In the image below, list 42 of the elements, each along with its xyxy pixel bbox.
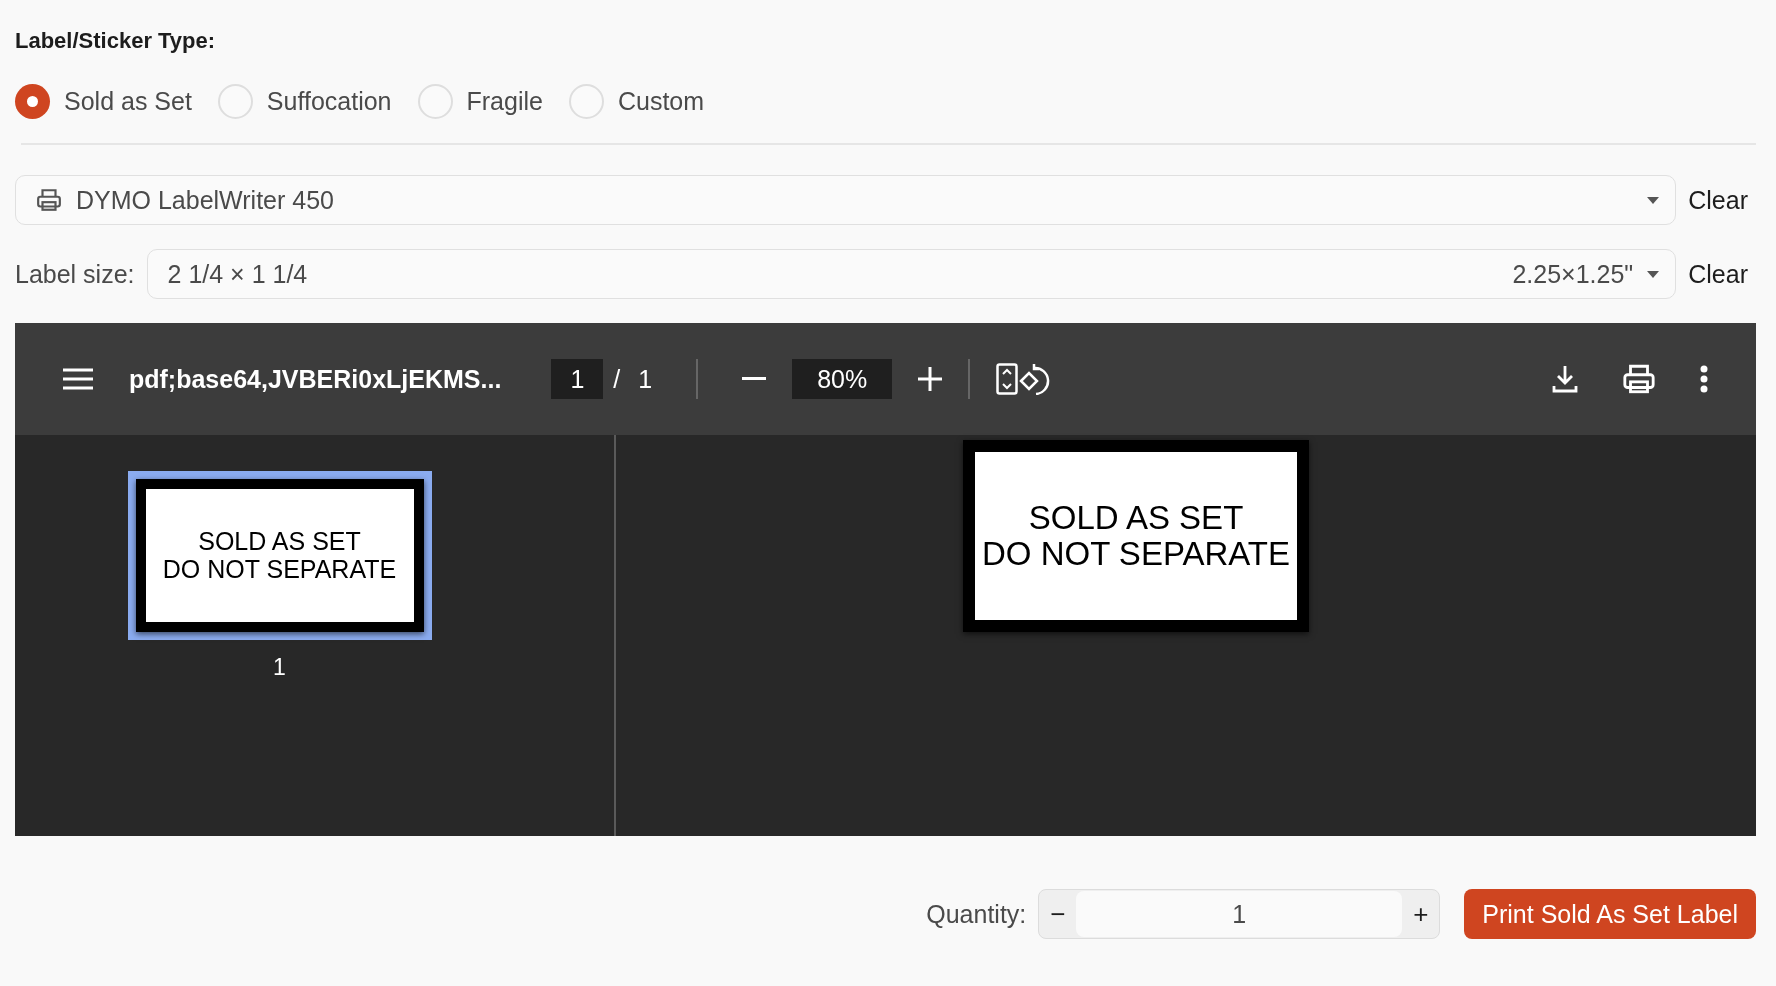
radio-option[interactable]: Fragile bbox=[417, 84, 543, 119]
size-hint: 2.25×1.25" bbox=[1512, 259, 1634, 289]
download-icon[interactable] bbox=[1552, 365, 1578, 393]
label-text: DO NOT SEPARATE bbox=[981, 536, 1291, 573]
print-label-button[interactable]: Print Sold As Set Label bbox=[1464, 889, 1756, 939]
field-label: Label size: bbox=[15, 259, 135, 289]
printer-select[interactable]: DYMO LabelWriter 450 bbox=[15, 175, 1677, 225]
page-thumbnail[interactable]: SOLD AS SET DO NOT SEPARATE bbox=[127, 471, 432, 640]
document-title: pdf;base64,JVBERi0xLjEKMS... bbox=[129, 364, 502, 394]
radio-option[interactable]: Sold as Set bbox=[15, 84, 192, 119]
printer-icon bbox=[1622, 362, 1656, 396]
clear-button[interactable]: Clear bbox=[1688, 185, 1756, 215]
menu-icon[interactable] bbox=[63, 368, 93, 390]
radio-button[interactable] bbox=[217, 84, 253, 119]
more-icon[interactable] bbox=[1700, 365, 1708, 393]
caret-icon bbox=[1647, 196, 1660, 204]
quantity-field[interactable]: 1 bbox=[1076, 891, 1403, 937]
section-title: Label/Sticker Type: bbox=[15, 28, 217, 54]
decrement-button[interactable]: − bbox=[1039, 897, 1077, 931]
label-text: DO NOT SEPARATE bbox=[162, 555, 397, 583]
printer-icon bbox=[36, 187, 62, 213]
radio-option[interactable]: Custom bbox=[568, 84, 705, 119]
zoom-in-icon[interactable] bbox=[918, 367, 943, 391]
label-size-select[interactable]: 2 1/4 × 1 1/4 2.25×1.25" bbox=[146, 249, 1677, 299]
radio-button[interactable] bbox=[568, 84, 604, 119]
thumbnail-number: 1 bbox=[273, 654, 286, 681]
quantity-label: Quantity: bbox=[926, 899, 1027, 929]
page-number-field[interactable]: 1 bbox=[551, 359, 604, 399]
label-text: SOLD AS SET bbox=[198, 528, 361, 556]
radio-button[interactable] bbox=[15, 84, 50, 119]
fit-page-icon[interactable] bbox=[996, 363, 1019, 395]
print-icon[interactable] bbox=[1622, 362, 1656, 396]
page-count: 1 bbox=[638, 364, 653, 394]
zoom-level[interactable]: 80% bbox=[792, 359, 893, 399]
increment-button[interactable]: + bbox=[1402, 897, 1440, 931]
radio-button[interactable] bbox=[417, 84, 453, 119]
caret-icon bbox=[1647, 270, 1660, 278]
zoom-out-icon[interactable] bbox=[742, 377, 767, 381]
label-text: SOLD AS SET bbox=[1028, 499, 1244, 536]
page-separator: / bbox=[613, 364, 621, 394]
clear-button[interactable]: Clear bbox=[1688, 259, 1756, 289]
radio-option[interactable]: Suffocation bbox=[217, 84, 392, 119]
